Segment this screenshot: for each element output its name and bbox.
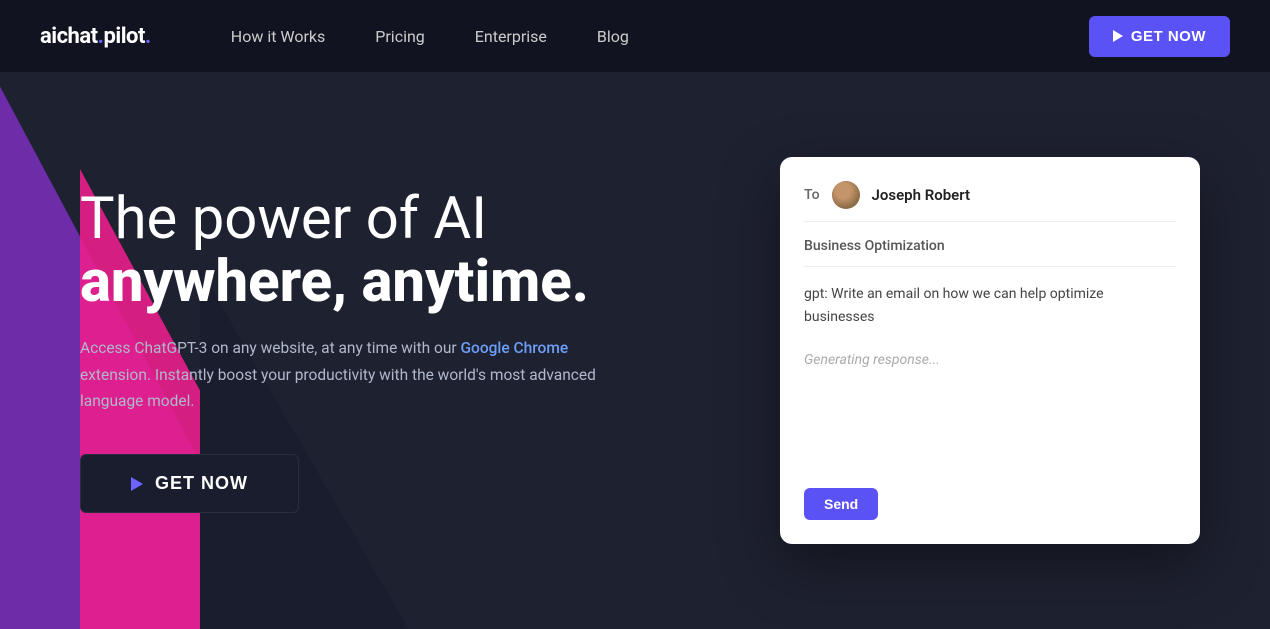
nav-link-enterprise[interactable]: Enterprise [455, 19, 567, 54]
email-prompt: gpt: Write an email on how we can help o… [804, 283, 1176, 328]
email-to-row: To Joseph Robert [804, 181, 1176, 222]
hero-left: The power of AI anywhere, anytime. Acces… [80, 188, 740, 514]
nav-get-now-button[interactable]: GET NOW [1089, 16, 1230, 57]
play-icon [1113, 30, 1123, 42]
nav-link-how-it-works[interactable]: How it Works [211, 19, 346, 54]
hero-right: To Joseph Robert Business Optimization g… [780, 157, 1200, 544]
hero-title-line1: The power of AI [80, 188, 740, 252]
hero-desc-part1: Access ChatGPT-3 on any website, at any … [80, 339, 461, 357]
nav-link-blog[interactable]: Blog [577, 19, 649, 54]
nav-link-pricing[interactable]: Pricing [355, 19, 445, 54]
nav-cta-label: GET NOW [1131, 28, 1206, 45]
email-subject: Business Optimization [804, 238, 1176, 267]
hero-title-line2: anywhere, anytime. [80, 251, 740, 315]
logo[interactable]: aichat.pilot. [40, 24, 151, 49]
email-to-label: To [804, 187, 820, 203]
hero-get-now-button[interactable]: GET NOW [80, 454, 299, 513]
hero-desc-part2: extension. Instantly boost your producti… [80, 366, 596, 410]
send-button[interactable]: Send [804, 488, 878, 520]
email-card: To Joseph Robert Business Optimization g… [780, 157, 1200, 544]
avatar [832, 181, 860, 209]
nav-links: How it Works Pricing Enterprise Blog [211, 19, 1089, 54]
hero-play-icon [131, 477, 143, 491]
hero-desc-highlight: Google Chrome [461, 339, 569, 357]
navbar: aichat.pilot. How it Works Pricing Enter… [0, 0, 1270, 72]
contact-name: Joseph Robert [872, 186, 971, 204]
email-generating-text: Generating response... [804, 352, 1176, 368]
hero-cta-label: GET NOW [155, 473, 248, 494]
avatar-image [832, 181, 860, 209]
hero-description: Access ChatGPT-3 on any website, at any … [80, 335, 620, 414]
hero-title: The power of AI anywhere, anytime. [80, 188, 740, 316]
logo-text: aichat.pilot. [40, 24, 151, 49]
main-content: The power of AI anywhere, anytime. Acces… [0, 72, 1270, 629]
